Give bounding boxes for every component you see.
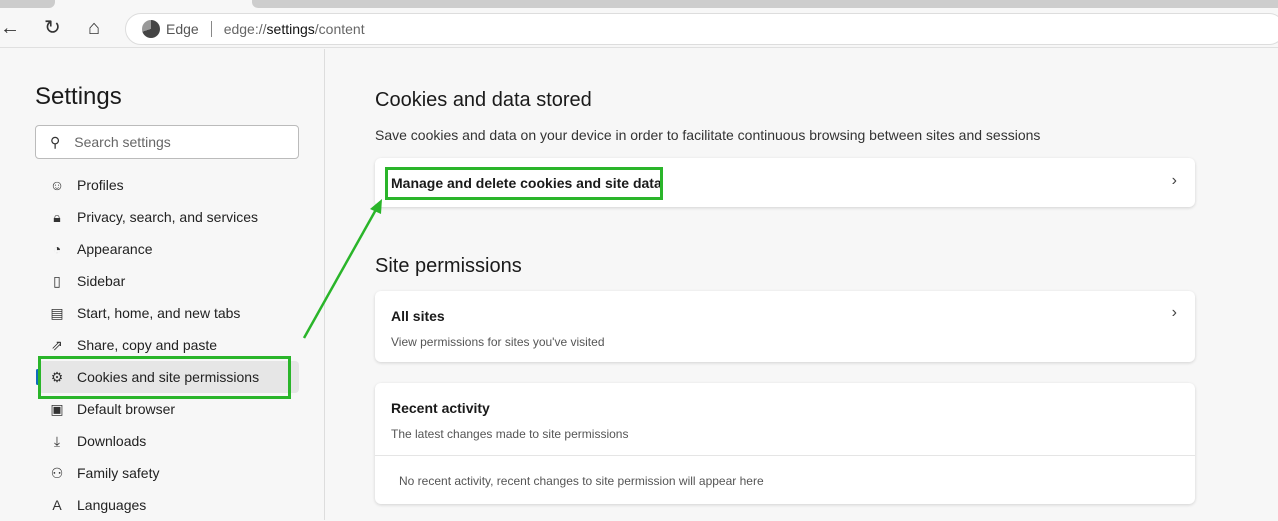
annotation-arrow	[302, 199, 382, 339]
